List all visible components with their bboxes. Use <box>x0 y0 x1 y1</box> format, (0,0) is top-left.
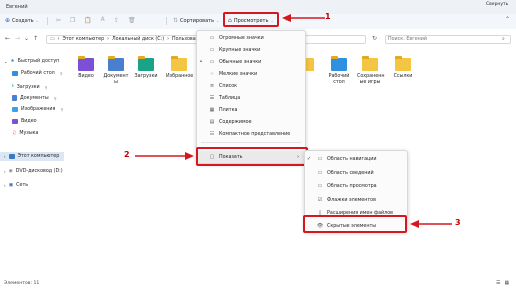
arrow-2 <box>135 152 194 160</box>
large-icons-view-icon[interactable]: ▦ <box>504 280 509 286</box>
details-view-icon[interactable]: ☰ <box>496 280 500 286</box>
view-toggle-group: ☰ ▦ <box>496 280 509 286</box>
annotation-label-3: 3 <box>455 218 461 227</box>
arrow-3 <box>410 220 452 228</box>
annotation-layer <box>135 14 452 228</box>
annotation-label-2: 2 <box>124 150 130 159</box>
status-bar: Элементов: 11 <box>4 281 40 286</box>
arrow-1 <box>282 14 325 22</box>
annotation-label-1: 1 <box>325 12 331 21</box>
